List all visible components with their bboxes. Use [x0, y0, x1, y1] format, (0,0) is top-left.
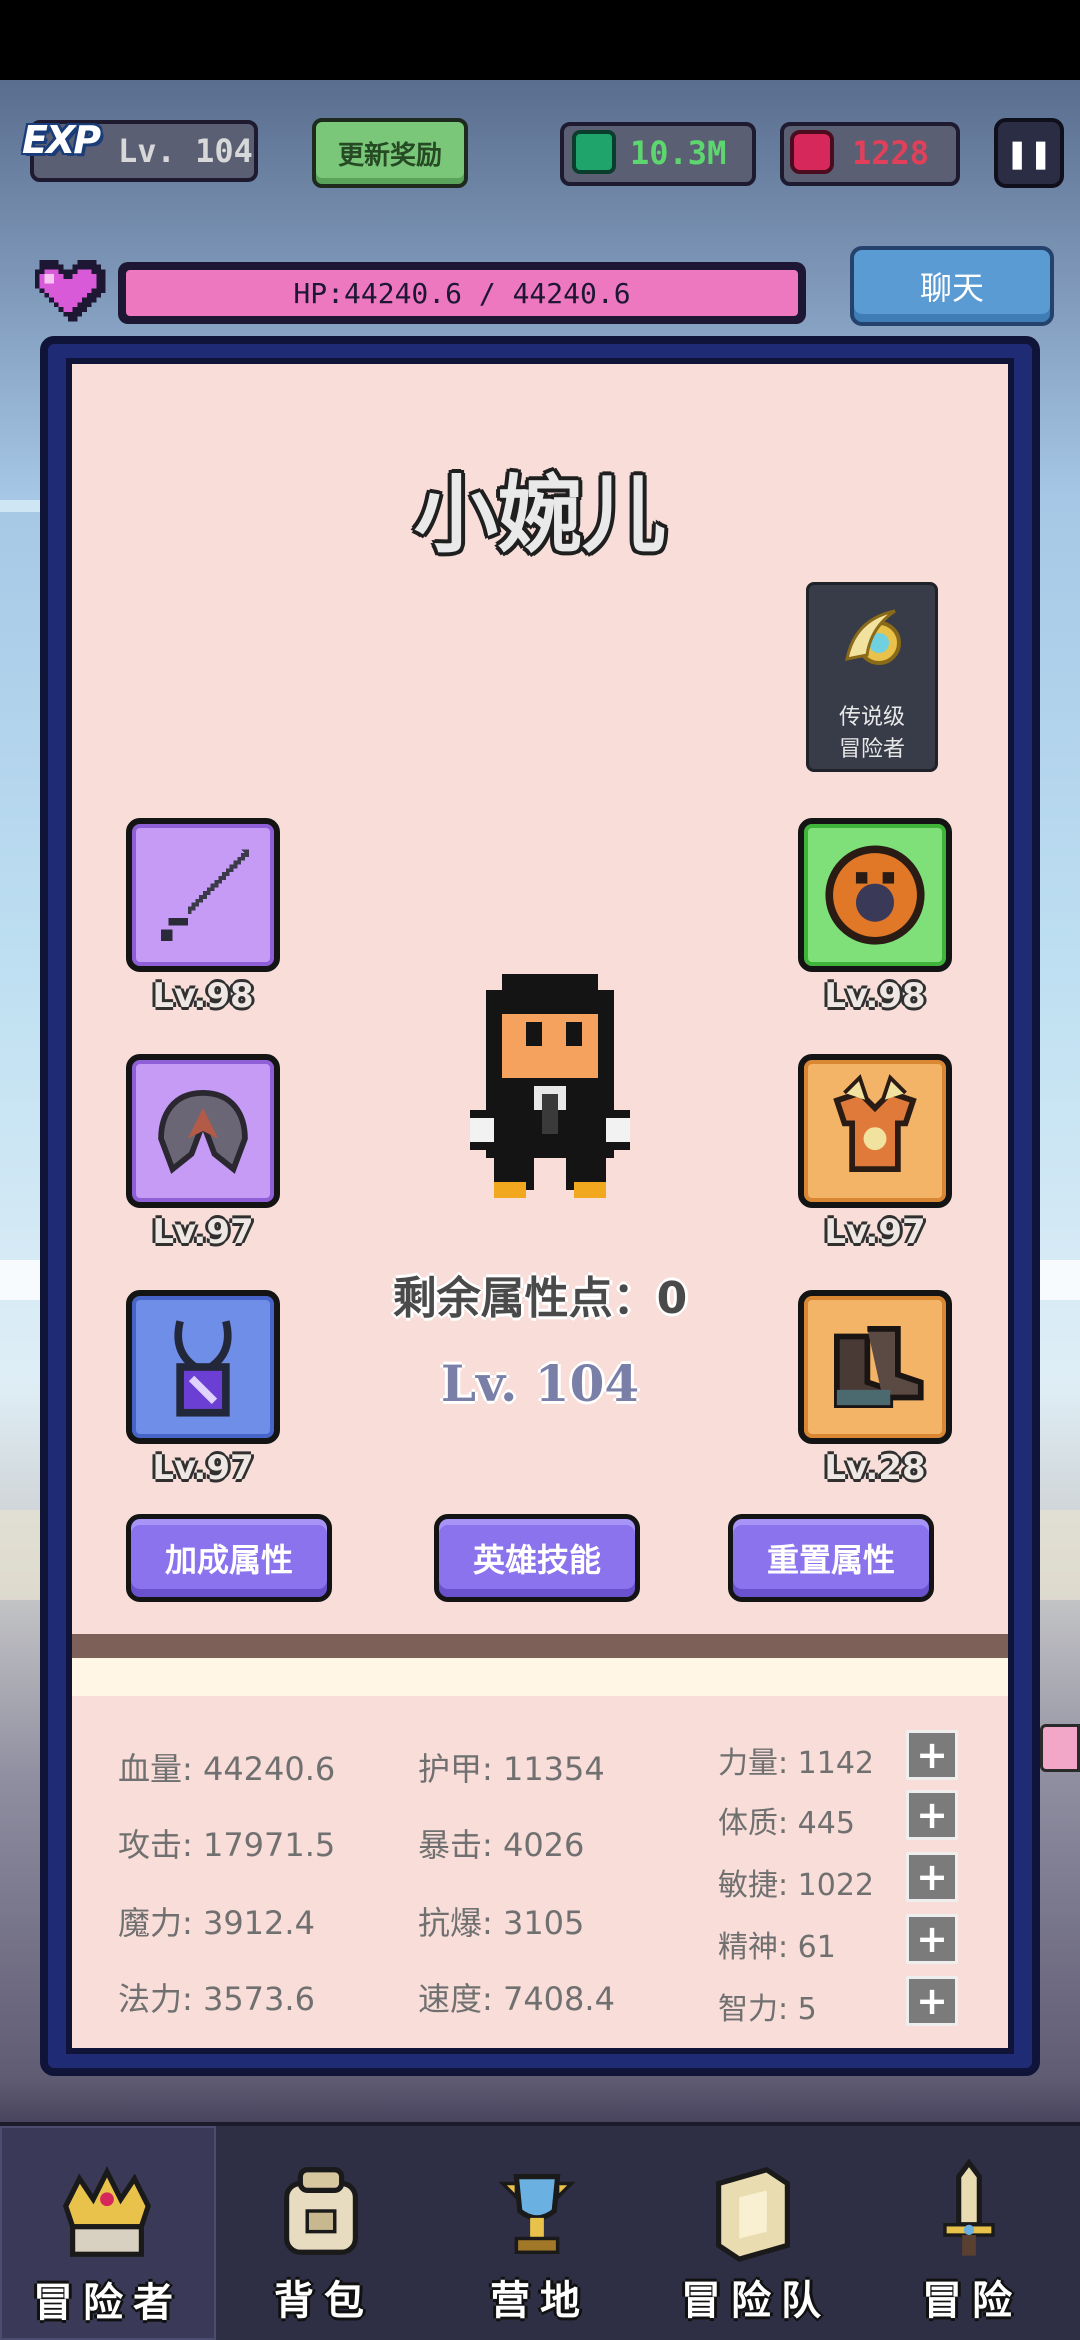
reset-attributes-button[interactable]: 重置属性	[728, 1514, 934, 1602]
rank-badge-label: 传说级 冒险者	[806, 702, 938, 766]
stat-crit-resist: 抗爆: 3105	[418, 1904, 585, 1942]
add-strength-button[interactable]: +	[906, 1730, 958, 1780]
hero-level: Lv. 104	[440, 1354, 640, 1413]
weapon-level: Lv.98	[152, 976, 254, 1016]
nav-adventure[interactable]: 冒险	[864, 2126, 1080, 2340]
stat-magic-power: 魔力: 3912.4	[118, 1904, 315, 1942]
exp-badge: EXP	[22, 118, 101, 162]
stat-mana: 法力: 3573.6	[118, 1980, 315, 2018]
crown-icon	[62, 2165, 152, 2257]
stat-crit: 暴击: 4026	[418, 1826, 585, 1864]
status-bar	[0, 0, 1080, 80]
helmet-icon	[158, 1090, 248, 1174]
attr-strength: 力量: 1142	[718, 1746, 874, 1781]
chat-button[interactable]: 聊天	[850, 246, 1054, 326]
stat-hp: 血量: 44240.6	[118, 1750, 336, 1788]
shield-slot[interactable]	[798, 818, 952, 972]
add-spirit-button[interactable]: +	[906, 1914, 958, 1964]
hero-character	[470, 974, 630, 1198]
weapon-slot[interactable]	[126, 818, 280, 972]
helmet-level: Lv.97	[152, 1212, 254, 1252]
ruby-icon	[790, 130, 834, 174]
nav-camp-label: 营地	[490, 2278, 590, 2324]
ruby-count: 1228	[852, 134, 930, 172]
rank-badge-line2: 冒险者	[838, 737, 905, 762]
shield-level: Lv.98	[824, 976, 926, 1016]
nav-camp[interactable]: 营地	[432, 2126, 648, 2340]
necklace-level: Lv.97	[152, 1448, 254, 1488]
rank-badge-line1: 传说级	[838, 705, 905, 730]
add-agility-button[interactable]: +	[906, 1852, 958, 1902]
stat-armor: 护甲: 11354	[418, 1750, 605, 1788]
heart-icon	[35, 260, 106, 322]
remaining-attribute-points: 剩余属性点：0	[392, 1273, 688, 1324]
shield-icon	[825, 845, 925, 945]
legendary-emblem-icon	[845, 609, 901, 665]
attr-constitution: 体质: 445	[718, 1806, 855, 1841]
attr-spirit: 精神: 61	[718, 1930, 836, 1965]
nav-adventure-label: 冒险	[922, 2278, 1022, 2324]
backpack-icon	[284, 2167, 358, 2255]
nav-backpack[interactable]: 背包	[216, 2126, 432, 2340]
add-constitution-button[interactable]: +	[906, 1790, 958, 1840]
nav-backpack-label: 背包	[274, 2278, 374, 2324]
trophy-icon	[498, 2174, 576, 2254]
nav-team[interactable]: 冒险队	[648, 2126, 864, 2340]
book-icon	[716, 2166, 790, 2262]
hp-bar: HP:44240.6 / 44240.6	[118, 262, 806, 324]
hp-text: HP:44240.6 / 44240.6	[293, 276, 631, 310]
armor-slot[interactable]	[798, 1054, 952, 1208]
add-intelligence-button[interactable]: +	[906, 1976, 958, 2026]
stat-attack: 攻击: 17971.5	[118, 1826, 336, 1864]
armor-level: Lv.97	[824, 1212, 926, 1252]
pause-button[interactable]: ❚❚	[994, 118, 1064, 188]
nav-team-label: 冒险队	[681, 2278, 831, 2324]
nav-adventurer-label: 冒险者	[33, 2280, 183, 2326]
panel-divider	[72, 1634, 1008, 1658]
sword-icon	[943, 2158, 995, 2256]
nav-adventurer[interactable]: 冒险者	[0, 2126, 216, 2340]
gem-count: 10.3M	[630, 134, 727, 172]
hero-name: 小婉儿	[413, 466, 666, 564]
hero-skills-button[interactable]: 英雄技能	[434, 1514, 640, 1602]
pause-icon: ❚❚	[1005, 136, 1053, 170]
attr-agility: 敏捷: 1022	[718, 1868, 874, 1903]
side-tab[interactable]	[1040, 1724, 1080, 1772]
helmet-slot[interactable]	[126, 1054, 280, 1208]
hp-fill: HP:44240.6 / 44240.6	[126, 270, 798, 316]
attr-intelligence: 智力: 5	[718, 1992, 817, 2027]
player-level: Lv. 104	[118, 132, 253, 170]
panel-divider-light	[72, 1658, 1008, 1696]
emerald-gem-icon	[572, 130, 616, 174]
bonus-attributes-button[interactable]: 加成属性	[126, 1514, 332, 1602]
boots-level: Lv.28	[824, 1448, 926, 1488]
update-reward-button[interactable]: 更新奖励	[312, 118, 468, 188]
armor-icon	[833, 1074, 917, 1172]
stat-speed: 速度: 7408.4	[418, 1980, 615, 2018]
sword-icon	[161, 849, 249, 941]
